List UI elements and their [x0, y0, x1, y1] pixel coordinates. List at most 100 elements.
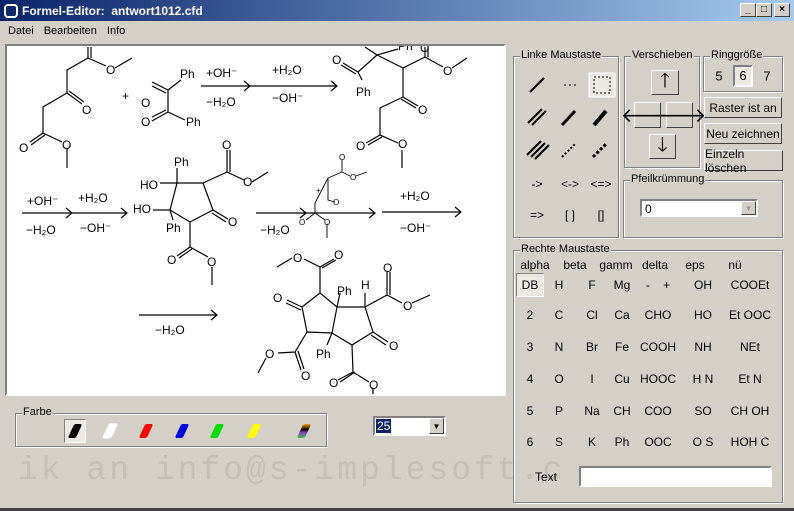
- svg-text:O: O: [82, 103, 91, 117]
- atom-button[interactable]: N: [555, 340, 564, 354]
- svg-text:O: O: [334, 248, 343, 262]
- triple-bond-icon[interactable]: [526, 140, 550, 160]
- atom-button[interactable]: P: [555, 404, 563, 418]
- hashed-bold-wedge-icon[interactable]: [591, 141, 609, 159]
- atom-button[interactable]: CH: [613, 404, 630, 418]
- svg-text:O: O: [420, 46, 429, 55]
- atom-button[interactable]: 4: [527, 372, 534, 386]
- greek-delta[interactable]: delta: [642, 258, 668, 272]
- ring-size-7[interactable]: 7: [763, 69, 770, 84]
- atom-button[interactable]: S: [555, 435, 563, 449]
- equilibrium-arrow-tool[interactable]: <->: [561, 177, 579, 191]
- text-input[interactable]: [579, 466, 772, 487]
- atom-button[interactable]: C: [555, 308, 564, 322]
- greek-beta[interactable]: beta: [563, 258, 586, 272]
- atom-button[interactable]: HOOC: [640, 372, 676, 386]
- bracket-tool[interactable]: [ ]: [565, 208, 575, 222]
- svg-text:O: O: [324, 218, 330, 227]
- arrow-tool[interactable]: ->: [531, 177, 542, 191]
- atom-button[interactable]: Ca: [614, 308, 629, 322]
- tight-bracket-tool[interactable]: []: [598, 208, 605, 222]
- double-bond-icon[interactable]: [527, 108, 547, 126]
- greek-eps[interactable]: eps: [685, 258, 704, 272]
- menu-bar: Datei Bearbeiten Info: [0, 21, 794, 40]
- svg-text:O: O: [369, 378, 378, 392]
- hashed-wedge-icon[interactable]: [561, 142, 577, 158]
- atom-button[interactable]: CHO: [645, 308, 672, 322]
- size-select[interactable]: 25 ▼: [373, 416, 446, 436]
- redraw-button[interactable]: Neu zeichnen: [704, 123, 782, 144]
- molecule-cyclopentanediol: Ph HO HO Ph O O O O O: [133, 138, 269, 285]
- atom-button[interactable]: Cl: [586, 308, 597, 322]
- atom-button[interactable]: DB: [516, 273, 544, 297]
- wedge-bond-icon[interactable]: [560, 109, 577, 127]
- atom-button[interactable]: Na: [584, 404, 599, 418]
- atom-button[interactable]: I: [590, 372, 593, 386]
- greek-alpha[interactable]: alpha: [520, 258, 549, 272]
- color-swatch-0[interactable]: [64, 419, 86, 443]
- atom-button[interactable]: 3: [527, 340, 534, 354]
- atom-button[interactable]: Mg: [614, 278, 631, 292]
- atom-button[interactable]: 2: [527, 308, 534, 322]
- atom-button[interactable]: CH OH: [731, 404, 770, 418]
- atom-button[interactable]: HOH C: [731, 435, 770, 449]
- color-swatch-5[interactable]: [243, 419, 265, 443]
- delete-single-button[interactable]: Einzeln löschen: [704, 147, 783, 175]
- atom-button[interactable]: COOEt: [731, 278, 770, 292]
- grid-toggle-button[interactable]: Raster ist an: [704, 97, 782, 118]
- atom-button[interactable]: NH: [694, 340, 711, 354]
- color-swatch-6[interactable]: [293, 419, 315, 443]
- svg-text:Ph: Ph: [356, 85, 371, 99]
- minimize-button[interactable]: _: [740, 3, 756, 17]
- move-up-button arrow-up-icon[interactable]: 🡑: [651, 70, 679, 95]
- atom-button[interactable]: HO: [694, 308, 712, 322]
- atom-button[interactable]: NEt: [740, 340, 760, 354]
- atom-button[interactable]: K: [588, 435, 596, 449]
- greek-nü[interactable]: nü: [728, 258, 741, 272]
- chevron-down-icon[interactable]: ▼: [429, 418, 444, 434]
- double-arrow-tool[interactable]: <=>: [590, 177, 611, 191]
- atom-button[interactable]: COOH: [640, 340, 676, 354]
- atom-button[interactable]: F: [588, 278, 595, 292]
- menu-bearbeiten[interactable]: Bearbeiten: [39, 25, 102, 37]
- menu-datei[interactable]: Datei: [3, 25, 39, 37]
- atom-button[interactable]: H: [555, 278, 564, 292]
- drawing-canvas[interactable]: O O O O + O Ph O Ph +OH⁻ −H₂O +H₂O −OH⁻ …: [5, 39, 506, 396]
- arrow-right-icon[interactable]: 🡒: [653, 102, 706, 128]
- atom-button[interactable]: Cu: [614, 372, 629, 386]
- atom-button[interactable]: Br: [586, 340, 598, 354]
- color-swatch-4[interactable]: [206, 419, 228, 443]
- menu-info[interactable]: Info: [102, 25, 130, 37]
- atom-button[interactable]: Et OOC: [729, 308, 771, 322]
- atom-button[interactable]: OOC: [644, 435, 671, 449]
- atom-button[interactable]: Ph: [615, 435, 630, 449]
- color-swatch-2[interactable]: [135, 419, 157, 443]
- atom-button[interactable]: 6: [527, 435, 534, 449]
- single-bond-icon[interactable]: [529, 77, 545, 93]
- molecule-intermediate: O O O + O O: [299, 153, 368, 238]
- atom-button[interactable]: Fe: [615, 340, 629, 354]
- arrow-curvature-select[interactable]: 0 ▼: [640, 199, 758, 217]
- atom-button[interactable]: O S: [693, 435, 714, 449]
- ring-size-6-selected[interactable]: 6: [733, 65, 753, 87]
- atom-button[interactable]: O: [554, 372, 563, 386]
- chevron-down-icon[interactable]: ▼: [741, 201, 756, 215]
- atom-button[interactable]: - +: [646, 278, 670, 292]
- color-swatch-1[interactable]: [99, 419, 121, 443]
- svg-text:Ph: Ph: [316, 347, 331, 361]
- bold-wedge-bond-icon[interactable]: [592, 109, 608, 127]
- color-swatch-3[interactable]: [171, 419, 193, 443]
- svg-text:+OH⁻: +OH⁻: [206, 66, 237, 80]
- atom-button[interactable]: SO: [694, 404, 711, 418]
- maximize-button[interactable]: □: [756, 3, 772, 17]
- atom-button[interactable]: OH: [694, 278, 712, 292]
- atom-button[interactable]: 5: [527, 404, 534, 418]
- close-button[interactable]: ×: [774, 3, 790, 17]
- atom-button[interactable]: Et N: [738, 372, 761, 386]
- ring-size-5[interactable]: 5: [715, 69, 722, 84]
- atom-button[interactable]: COO: [644, 404, 671, 418]
- atom-button[interactable]: H N: [693, 372, 714, 386]
- greek-gamm[interactable]: gamm: [599, 258, 632, 272]
- arrow-down-icon[interactable]: 🡓: [649, 134, 676, 159]
- implies-arrow-tool[interactable]: =>: [530, 208, 544, 222]
